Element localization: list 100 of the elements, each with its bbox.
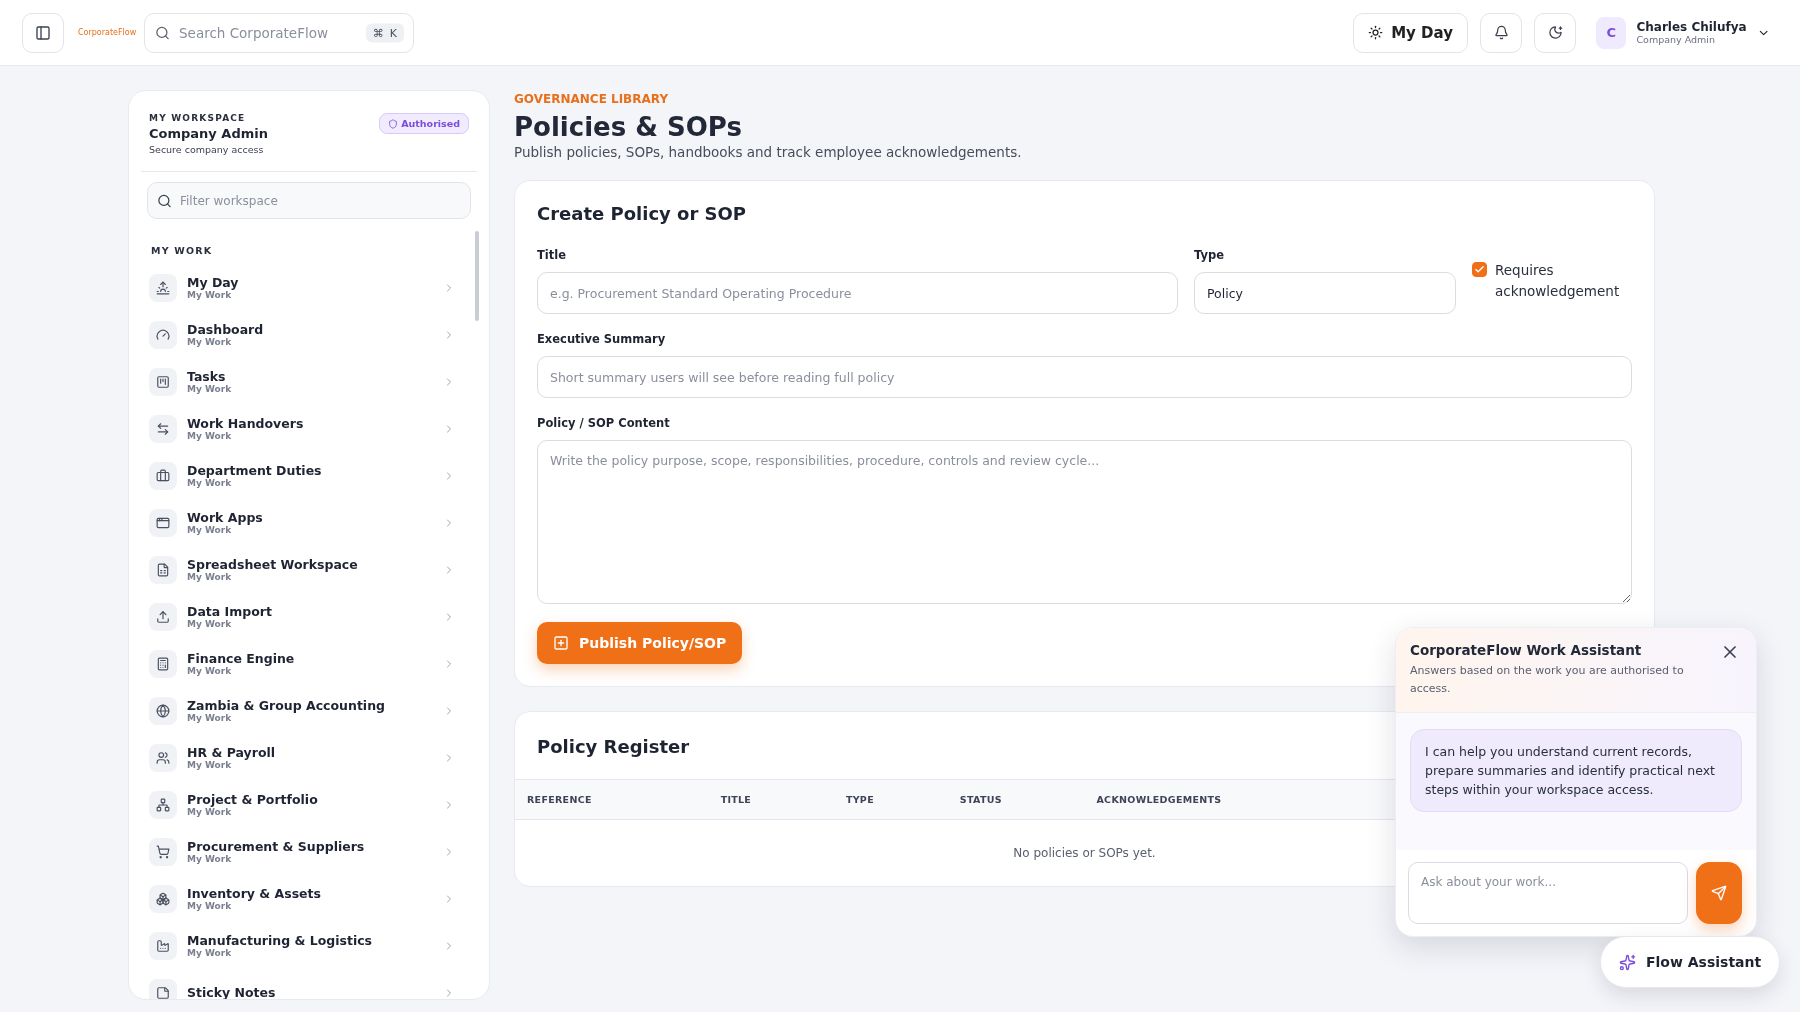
item-label: Sticky Notes — [187, 985, 277, 999]
item-sublabel: My Work — [187, 760, 233, 770]
assistant-subtitle: Answers based on the work you are authorised to access. — [1410, 663, 1685, 697]
item-label: Procurement & Suppliers — [187, 839, 366, 854]
summary-input[interactable]: Short summary users will see before reading full policy — [537, 356, 1632, 398]
sidebar-item[interactable]: Dashboard My Work — [141, 311, 477, 358]
item-sublabel: My Work — [187, 290, 233, 300]
logo-text: CorporateFlow — [78, 28, 137, 37]
card-title: Create Policy or SOP — [537, 203, 748, 224]
send-button[interactable] — [1696, 862, 1742, 924]
sidebar-item[interactable]: Department Duties My Work — [141, 452, 477, 499]
user-avatar: C — [1596, 16, 1627, 49]
shortcut-hint: ⌘ K — [365, 23, 404, 42]
type-input[interactable]: Policy — [1194, 272, 1456, 314]
item-sublabel: My Work — [187, 478, 233, 488]
card-title: Policy Register — [537, 736, 690, 757]
checkbox-label: Requires acknowledgement — [1495, 261, 1621, 301]
assistant-message: I can help you understand current records, prepare summaries and identify practical next steps within your workspace access. — [1410, 729, 1742, 812]
item-label: Data Import — [187, 604, 273, 619]
sidebar-item[interactable]: Work Apps My Work — [141, 499, 477, 546]
sidebar-item[interactable]: Zambia & Group Accounting My Work — [141, 687, 477, 734]
field-label: Executive Summary — [537, 332, 667, 346]
bell-icon — [1493, 25, 1509, 40]
search-icon — [155, 25, 170, 40]
sun-icon — [1368, 25, 1384, 40]
search-icon — [157, 193, 172, 208]
moon-icon — [1547, 25, 1563, 40]
theme-toggle-button[interactable] — [1534, 12, 1576, 53]
item-label: Work Handovers — [187, 416, 305, 431]
plus-icon — [553, 635, 569, 651]
empty-message: No policies or SOPs yet. — [1013, 845, 1156, 860]
menu-item-icon — [149, 555, 177, 584]
acknowledgement-checkbox[interactable] — [1472, 262, 1487, 277]
menu-item-icon — [149, 649, 177, 678]
menu-item-icon — [149, 696, 177, 725]
sidebar-item[interactable]: Project & Portfolio My Work — [141, 781, 477, 828]
menu-item-icon — [149, 320, 177, 349]
field-label: Title — [537, 248, 568, 262]
sidebar-item[interactable]: Data Import My Work — [141, 593, 477, 640]
sidebar-item[interactable]: HR & Payroll My Work — [141, 734, 477, 781]
authorised-badge: Authorised — [379, 113, 469, 134]
section-heading: MY WORK — [151, 245, 214, 256]
item-label: Project & Portfolio — [187, 792, 319, 807]
sidebar-toggle-button[interactable] — [22, 12, 64, 53]
item-sublabel: My Work — [187, 807, 233, 817]
sidebar-item[interactable]: Work Handovers My Work — [141, 405, 477, 452]
sidebar-item[interactable]: Sticky Notes — [141, 969, 477, 999]
user-menu[interactable]: C Charles Chilufya Company Admin — [1588, 10, 1778, 55]
menu-item-icon — [149, 414, 177, 443]
menu-item-icon — [149, 837, 177, 866]
item-label: Manufacturing & Logistics — [187, 933, 374, 948]
menu-item-icon — [149, 790, 177, 819]
item-sublabel: My Work — [187, 337, 233, 347]
workspace-eyebrow: MY WORKSPACE — [149, 113, 247, 123]
message-input[interactable]: Ask about your work... — [1408, 862, 1688, 924]
menu-item-icon — [149, 367, 177, 396]
check-icon — [1474, 264, 1485, 275]
page-title: Policies & SOPs — [514, 112, 743, 142]
sidebar-item[interactable]: Manufacturing & Logistics My Work — [141, 922, 477, 969]
assistant-title: CorporateFlow Work Assistant — [1410, 642, 1643, 658]
item-label: Work Apps — [187, 510, 264, 525]
item-label: Finance Engine — [187, 651, 296, 666]
user-name: Charles Chilufya — [1636, 20, 1747, 34]
notifications-button[interactable] — [1480, 12, 1522, 53]
item-sublabel: My Work — [187, 666, 233, 676]
sidebar-item[interactable]: Tasks My Work — [141, 358, 477, 405]
item-sublabel: My Work — [187, 525, 233, 535]
item-label: My Day — [187, 275, 240, 290]
menu-item-icon — [149, 508, 177, 537]
workspace-subtitle: Secure company access — [149, 144, 265, 155]
item-label: Inventory & Assets — [187, 886, 322, 901]
menu-item-icon — [149, 884, 177, 913]
sidebar-item[interactable]: Procurement & Suppliers My Work — [141, 828, 477, 875]
sidebar-item[interactable]: Spreadsheet Workspace My Work — [141, 546, 477, 593]
item-sublabel: My Work — [187, 713, 233, 723]
title-input[interactable]: e.g. Procurement Standard Operating Procedure — [537, 272, 1178, 314]
column-header: STATUS — [947, 779, 1085, 820]
menu-item-icon — [149, 602, 177, 631]
panel-icon — [35, 24, 51, 41]
item-sublabel: My Work — [187, 854, 233, 864]
column-header: REFERENCE — [515, 779, 709, 820]
flow-assistant-button[interactable]: Flow Assistant — [1600, 936, 1781, 988]
menu-item-icon — [149, 461, 177, 490]
column-header: TITLE — [708, 779, 834, 820]
page-eyebrow: GOVERNANCE LIBRARY — [514, 92, 670, 106]
filter-field[interactable]: Filter workspace — [147, 182, 471, 219]
item-label: HR & Payroll — [187, 745, 277, 760]
item-label: Dashboard — [187, 322, 265, 337]
item-sublabel: My Work — [187, 384, 233, 394]
send-icon — [1711, 885, 1727, 901]
field-label: Type — [1194, 248, 1225, 262]
menu-item-icon — [149, 743, 177, 772]
column-header: TYPE — [833, 779, 948, 820]
scrollbar-thumb[interactable] — [475, 231, 479, 321]
sidebar-item[interactable]: Inventory & Assets My Work — [141, 875, 477, 922]
content-textarea[interactable]: Write the policy purpose, scope, responsibilities, procedure, controls and review cycle... — [537, 440, 1632, 604]
sidebar-item[interactable]: Finance Engine My Work — [141, 640, 477, 687]
menu-item-icon — [149, 273, 177, 302]
sidebar-item[interactable]: My Day My Work — [141, 264, 477, 311]
my-day-button[interactable]: My Day — [1353, 12, 1468, 53]
